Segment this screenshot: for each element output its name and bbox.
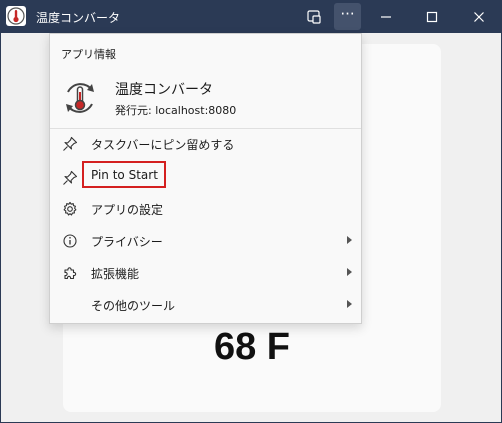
more-icon: ···	[340, 4, 355, 23]
app-menu: アプリ情報 温度コンバータ 発行元: localhost:8080 タスクバーに…	[49, 33, 362, 324]
maximize-icon	[426, 11, 438, 22]
window-title: 温度コンバータ	[36, 11, 121, 25]
minimize-button[interactable]	[369, 3, 403, 30]
info-icon	[62, 233, 78, 249]
menu-item-label: Pin to Start	[91, 168, 158, 182]
puzzle-icon	[62, 265, 78, 281]
menu-item-label: タスクバーにピン留めする	[91, 138, 235, 152]
pin-icon	[62, 170, 78, 186]
menu-item-pin-taskbar[interactable]: タスクバーにピン留めする	[50, 129, 361, 159]
close-button[interactable]	[462, 3, 496, 30]
menu-item-label: その他のツール	[91, 299, 176, 313]
minimize-icon	[381, 15, 391, 18]
screen-cast-icon	[307, 9, 321, 24]
menu-item-pin-start[interactable]: Pin to Start	[50, 161, 361, 193]
chevron-right-icon	[347, 268, 352, 276]
menu-item-label: プライバシー	[91, 235, 163, 249]
pin-icon	[62, 136, 78, 152]
thermometer-refresh-icon	[60, 78, 100, 118]
menu-item-app-settings[interactable]: アプリの設定	[50, 194, 361, 224]
chevron-right-icon	[347, 300, 352, 308]
temperature-display: 68 F	[213, 326, 291, 368]
menu-item-privacy[interactable]: プライバシー	[50, 226, 361, 256]
app-info-publisher: 発行元: localhost:8080	[115, 104, 237, 117]
thermometer-app-icon	[6, 6, 26, 26]
menu-item-label: アプリの設定	[91, 203, 164, 217]
app-window: 温度コンバータ ··· 68 F アプリ情報 温度コンバータ 発行元: loca…	[0, 0, 502, 423]
title-bar: 温度コンバータ ···	[1, 0, 502, 33]
gear-icon	[62, 201, 78, 217]
menu-item-label: 拡張機能	[91, 267, 140, 281]
app-info-heading: アプリ情報	[61, 48, 116, 61]
app-info-name: 温度コンバータ	[115, 82, 213, 98]
maximize-button[interactable]	[415, 3, 449, 30]
screen-cast-button[interactable]	[301, 3, 327, 30]
chevron-right-icon	[347, 236, 352, 244]
menu-item-more-tools[interactable]: その他のツール	[50, 290, 361, 320]
menu-item-extensions[interactable]: 拡張機能	[50, 258, 361, 288]
close-icon	[474, 11, 484, 22]
more-button[interactable]: ···	[334, 3, 361, 30]
